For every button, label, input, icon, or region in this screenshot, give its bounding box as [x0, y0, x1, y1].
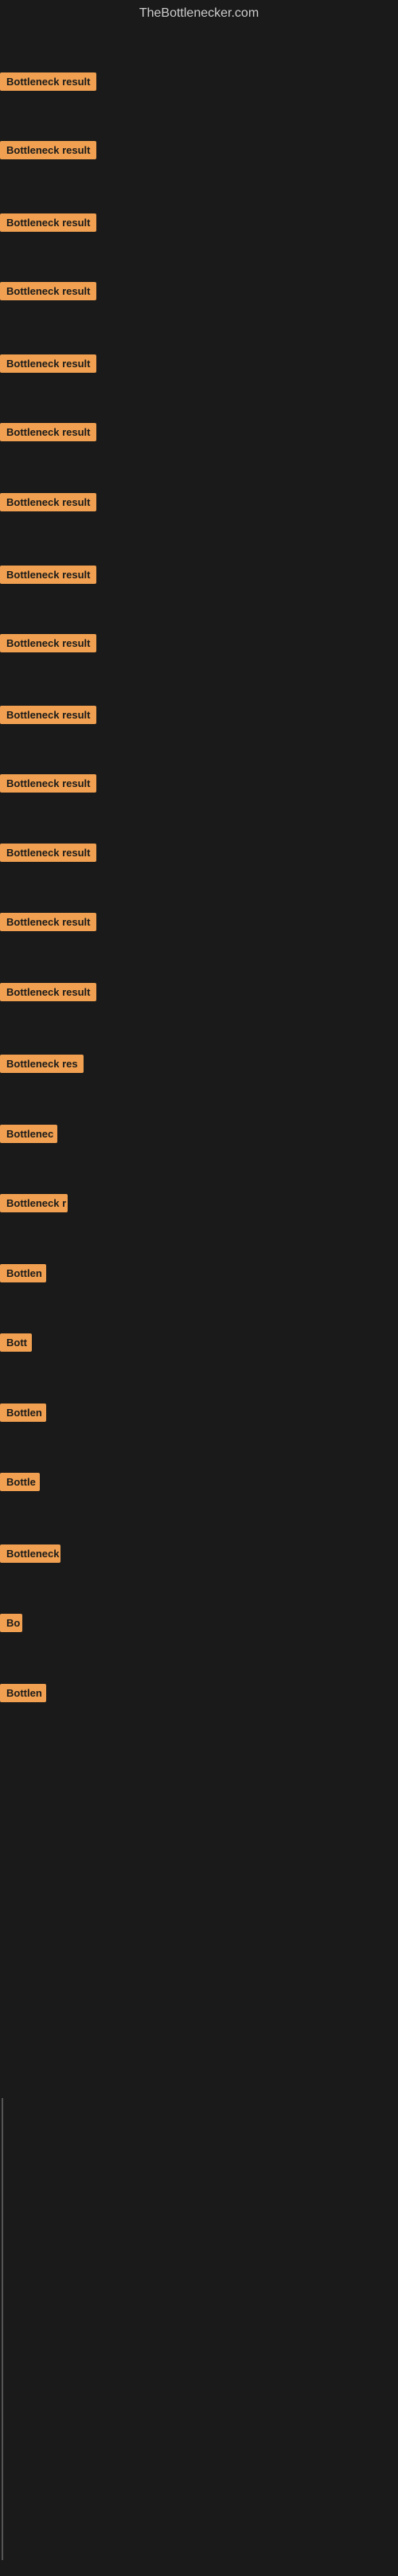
bottleneck-badge: Bottleneck result	[0, 566, 96, 584]
bottleneck-badge: Bottleneck result	[0, 493, 96, 511]
bottleneck-result-item[interactable]: Bottle	[0, 1473, 40, 1495]
bottleneck-result-item[interactable]: Bott	[0, 1333, 32, 1356]
bottleneck-badge: Bottleneck result	[0, 423, 96, 441]
bottleneck-result-item[interactable]: Bottleneck result	[0, 913, 96, 935]
bottleneck-badge: Bottleneck result	[0, 141, 96, 159]
bottleneck-badge: Bottlen	[0, 1264, 46, 1282]
site-title: TheBottlenecker.com	[0, 0, 398, 27]
bottleneck-badge: Bottleneck result	[0, 774, 96, 793]
bottleneck-badge: Bo	[0, 1614, 22, 1632]
bottleneck-badge: Bottleneck result	[0, 913, 96, 931]
bottleneck-result-item[interactable]: Bottleneck result	[0, 213, 96, 236]
bottleneck-badge: Bott	[0, 1333, 32, 1352]
bottleneck-result-item[interactable]: Bottleneck result	[0, 493, 96, 515]
bottleneck-badge: Bottleneck result	[0, 213, 96, 232]
bottleneck-badge: Bottleneck result	[0, 634, 96, 652]
bottleneck-result-item[interactable]: Bottlen	[0, 1264, 46, 1286]
bottleneck-result-item[interactable]: Bottlenec	[0, 1125, 57, 1147]
bottleneck-result-item[interactable]: Bottleneck result	[0, 706, 96, 728]
bottleneck-badge: Bottlen	[0, 1403, 46, 1422]
bottleneck-badge: Bottleneck result	[0, 282, 96, 300]
bottleneck-badge: Bottleneck result	[0, 706, 96, 724]
bottleneck-result-item[interactable]: Bo	[0, 1614, 22, 1636]
bottleneck-result-item[interactable]: Bottleneck	[0, 1544, 60, 1567]
bottleneck-result-item[interactable]: Bottleneck result	[0, 423, 96, 445]
vertical-line	[2, 2098, 3, 2560]
bottleneck-badge: Bottleneck result	[0, 354, 96, 373]
bottleneck-result-item[interactable]: Bottleneck result	[0, 354, 96, 377]
bottleneck-badge: Bottleneck res	[0, 1055, 84, 1073]
bottleneck-badge: Bottleneck r	[0, 1194, 68, 1212]
bottleneck-result-item[interactable]: Bottlen	[0, 1684, 46, 1706]
bottleneck-result-item[interactable]: Bottleneck result	[0, 983, 96, 1005]
bottleneck-result-item[interactable]: Bottleneck result	[0, 774, 96, 797]
bottleneck-result-item[interactable]: Bottlen	[0, 1403, 46, 1426]
bottleneck-result-item[interactable]: Bottleneck r	[0, 1194, 68, 1216]
bottleneck-result-item[interactable]: Bottleneck result	[0, 566, 96, 588]
bottleneck-result-item[interactable]: Bottleneck result	[0, 634, 96, 656]
bottleneck-result-item[interactable]: Bottleneck result	[0, 282, 96, 304]
bottleneck-result-item[interactable]: Bottleneck result	[0, 72, 96, 95]
bottleneck-badge: Bottlen	[0, 1684, 46, 1702]
bottleneck-badge: Bottleneck	[0, 1544, 60, 1563]
bottleneck-badge: Bottleneck result	[0, 844, 96, 862]
bottleneck-badge: Bottle	[0, 1473, 40, 1491]
bottleneck-badge: Bottlenec	[0, 1125, 57, 1143]
bottleneck-result-item[interactable]: Bottleneck result	[0, 141, 96, 163]
bottleneck-result-item[interactable]: Bottleneck result	[0, 844, 96, 866]
bottleneck-badge: Bottleneck result	[0, 983, 96, 1001]
bottleneck-result-item[interactable]: Bottleneck res	[0, 1055, 84, 1077]
bottleneck-badge: Bottleneck result	[0, 72, 96, 91]
